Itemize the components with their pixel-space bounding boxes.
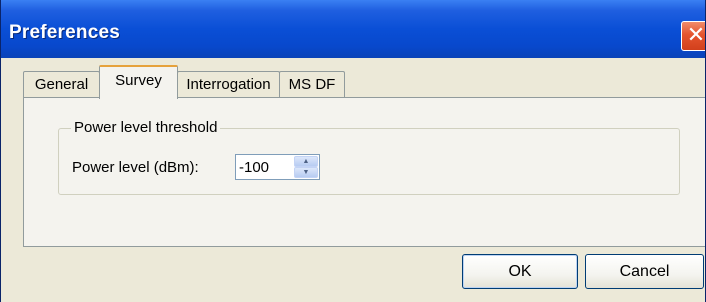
power-level-spinner: ▲ ▼ xyxy=(235,154,320,180)
cancel-button[interactable]: Cancel xyxy=(585,254,704,289)
power-level-threshold-group: Power level threshold Power level (dBm):… xyxy=(58,119,680,195)
tab-general[interactable]: General xyxy=(23,71,100,98)
title-bar[interactable]: Preferences ✕ xyxy=(1,0,706,58)
arrow-down-icon: ▼ xyxy=(302,169,310,176)
tab-interrogation[interactable]: Interrogation xyxy=(177,71,280,98)
close-button[interactable]: ✕ xyxy=(681,21,706,51)
ok-button[interactable]: OK xyxy=(462,254,578,289)
close-icon: ✕ xyxy=(686,22,706,47)
tab-label: Interrogation xyxy=(186,76,271,93)
tab-ms-df[interactable]: MS DF xyxy=(279,71,345,98)
tab-strip: General Survey Interrogation MS DF xyxy=(1,62,705,99)
survey-tab-panel: Power level threshold Power level (dBm):… xyxy=(23,97,705,247)
spin-up-button[interactable]: ▲ xyxy=(294,156,318,167)
preferences-dialog: Preferences ✕ General Survey Interrogati… xyxy=(0,0,706,302)
tab-survey[interactable]: Survey xyxy=(99,65,178,99)
tab-label: MS DF xyxy=(288,76,336,93)
tab-label: General xyxy=(34,76,89,93)
group-title: Power level threshold xyxy=(71,119,221,136)
spin-down-button[interactable]: ▼ xyxy=(294,167,318,178)
tab-label: Survey xyxy=(115,72,162,89)
window-title: Preferences xyxy=(9,22,120,43)
power-level-input[interactable] xyxy=(236,155,293,179)
power-level-label: Power level (dBm): xyxy=(72,159,199,176)
arrow-up-icon: ▲ xyxy=(302,158,310,165)
